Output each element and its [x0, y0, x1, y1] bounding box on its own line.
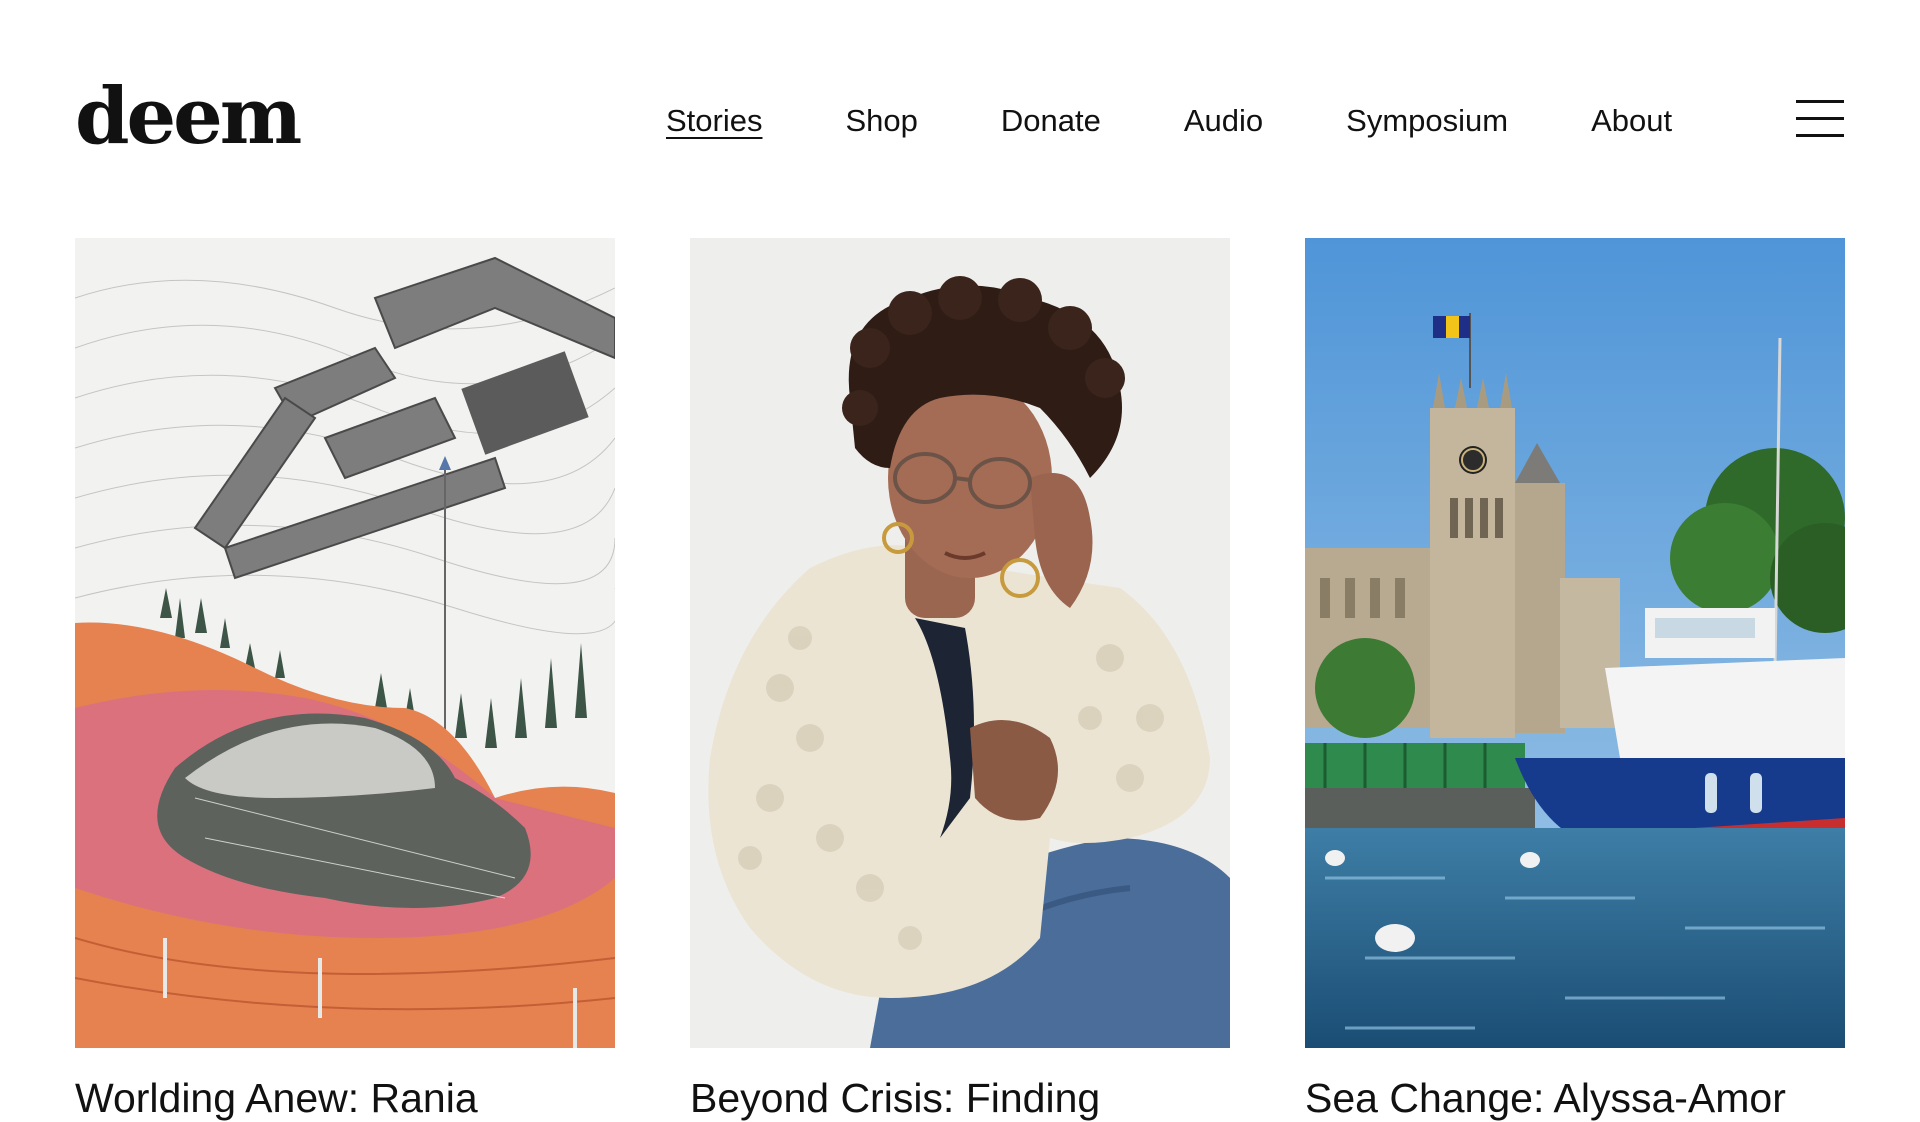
story-card[interactable]: Beyond Crisis: Finding [690, 238, 1230, 1122]
story-image-harbor[interactable] [1305, 238, 1845, 1048]
nav-symposium-link[interactable]: Symposium [1346, 102, 1508, 140]
site-logo[interactable]: deem [75, 78, 302, 156]
story-card[interactable]: Sea Change: Alyssa-Amor [1305, 238, 1845, 1122]
hamburger-menu-icon[interactable] [1796, 100, 1844, 140]
main-nav: Stories Shop Donate Audio Symposium Abou… [666, 102, 1672, 140]
nav-shop-link[interactable]: Shop [845, 102, 917, 140]
menu-line [1796, 117, 1844, 120]
story-image-portrait[interactable] [690, 238, 1230, 1048]
menu-line [1796, 100, 1844, 103]
nav-audio-link[interactable]: Audio [1184, 102, 1263, 140]
stories-grid: Worlding Anew: Rania Beyond Crisis: Find… [75, 238, 1845, 1122]
menu-line [1796, 134, 1844, 137]
story-card[interactable]: Worlding Anew: Rania [75, 238, 615, 1122]
site-header: deem Stories Shop Donate Audio Symposium… [0, 0, 1920, 240]
nav-stories-link[interactable]: Stories [666, 102, 762, 140]
nav-donate-link[interactable]: Donate [1001, 102, 1101, 140]
nav-about-link[interactable]: About [1591, 102, 1672, 140]
story-image-illustration[interactable] [75, 238, 615, 1048]
